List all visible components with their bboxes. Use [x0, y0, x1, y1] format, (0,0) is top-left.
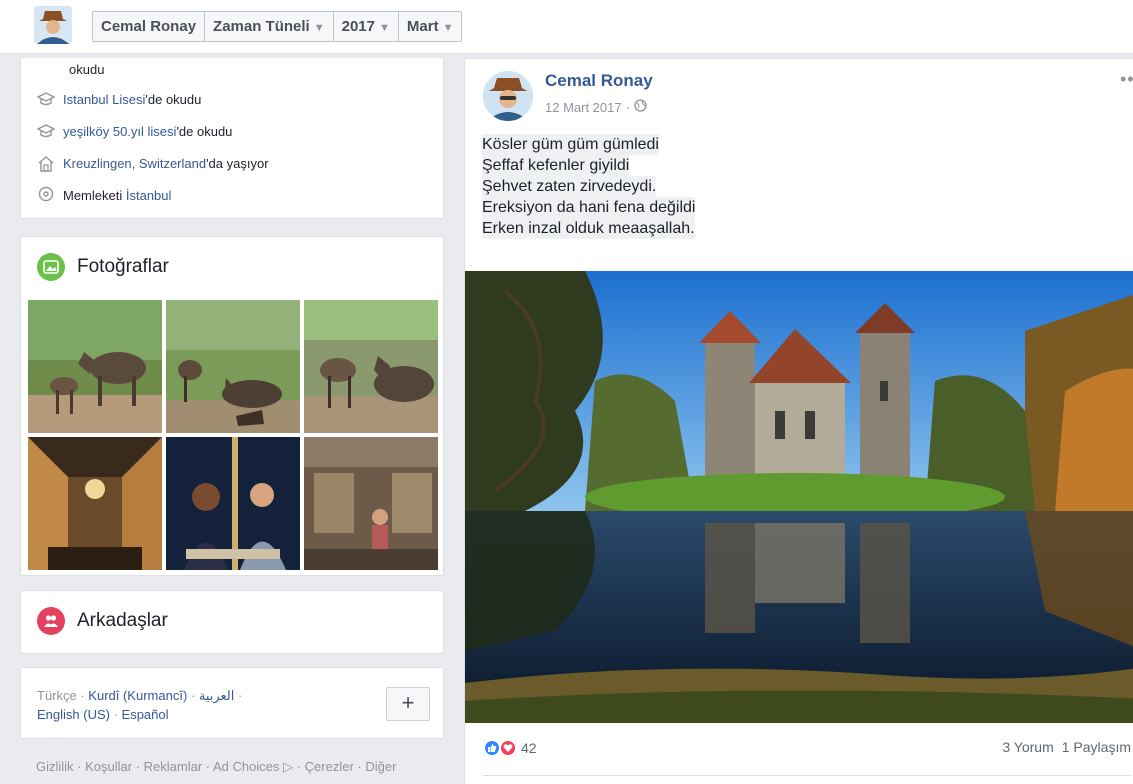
post-date[interactable]: 12 Mart 2017 — [545, 100, 622, 115]
breadcrumb-timeline-dropdown[interactable]: Zaman Tüneli ▼ — [205, 12, 334, 41]
ad-choices-icon: ▷ — [279, 759, 294, 774]
friends-header[interactable]: Arkadaşlar — [37, 607, 168, 635]
love-reaction-icon — [499, 739, 517, 757]
language-list: Türkçe · Kurdî (Kurmancî) · العربية · En… — [37, 688, 243, 722]
language-current: Türkçe — [37, 688, 77, 703]
photo-thumbnail[interactable] — [304, 300, 438, 433]
intro-link-school[interactable]: yeşilköy 50.yıl lisesi — [63, 124, 176, 139]
intro-item-education: Istanbul Lisesi'de okudu — [37, 90, 201, 108]
photo-thumbnail[interactable] — [166, 300, 300, 433]
timeline-navigation-bar: Cemal Ronay Zaman Tüneli ▼ 2017 ▼ Mart ▼ — [0, 0, 1133, 54]
photos-card: Fotoğraflar — [20, 236, 444, 576]
photo-thumbnail[interactable] — [28, 300, 162, 433]
language-option[interactable]: English (US) — [37, 707, 110, 722]
reaction-count: 42 — [521, 740, 537, 756]
photo-icon — [37, 253, 65, 281]
chevron-down-icon: ▼ — [379, 22, 390, 34]
intro-link-city[interactable]: Kreuzlingen, Switzerland — [63, 156, 206, 171]
breadcrumb: Cemal Ronay Zaman Tüneli ▼ 2017 ▼ Mart ▼ — [92, 11, 463, 42]
post-author-name[interactable]: Cemal Ronay — [545, 71, 653, 91]
breadcrumb-profile-name[interactable]: Cemal Ronay — [93, 12, 206, 41]
photo-grid — [28, 300, 442, 570]
friends-card: Arkadaşlar — [20, 590, 444, 654]
intro-link-school[interactable]: Istanbul Lisesi — [63, 92, 145, 107]
intro-item-residence: Kreuzlingen, Switzerland'da yaşıyor — [37, 154, 269, 172]
chevron-down-icon: ▼ — [442, 22, 454, 34]
intro-item-hometown: Memleketi İstanbul — [37, 186, 171, 204]
chevron-down-icon: ▼ — [313, 22, 325, 34]
footer-link-ad-choices[interactable]: Ad Choices — [213, 759, 279, 774]
profile-avatar[interactable] — [34, 6, 72, 44]
post-divider — [483, 775, 1131, 776]
language-option[interactable]: Kurdî (Kurmancî) — [88, 688, 187, 703]
breadcrumb-month-dropdown[interactable]: Mart ▼ — [399, 12, 462, 41]
school-icon — [37, 90, 55, 108]
globe-icon[interactable] — [634, 99, 647, 115]
post-meta: 12 Mart 2017 · — [545, 99, 647, 115]
photos-header[interactable]: Fotoğraflar — [37, 253, 169, 281]
intro-card: okudu Istanbul Lisesi'de okudu yeşilköy … — [20, 58, 444, 219]
post-options-icon[interactable]: ••• — [1120, 69, 1133, 90]
footer-link-terms[interactable]: Koşullar — [85, 759, 132, 774]
breadcrumb-year-dropdown[interactable]: 2017 ▼ — [334, 12, 399, 41]
friends-icon — [37, 607, 65, 635]
language-option[interactable]: العربية — [199, 688, 235, 703]
post-text-line: Şehvet zaten zirvedeydi. — [482, 176, 657, 197]
post-text: Kösler güm güm gümledi Şeffaf kefenler g… — [482, 134, 696, 239]
footer-link-ads[interactable]: Reklamlar — [144, 759, 203, 774]
comments-count-link[interactable]: 3 Yorum — [1002, 739, 1053, 755]
photo-thumbnail[interactable] — [28, 437, 162, 570]
photo-thumbnail[interactable] — [166, 437, 300, 570]
post-text-line: Erken inzal olduk meaaşallah. — [482, 218, 695, 239]
post-text-line: Ereksiyon da hani fena değildi — [482, 197, 696, 218]
post-photo[interactable] — [465, 271, 1133, 723]
post-text-line: Şeffaf kefenler giyildi — [482, 155, 630, 176]
intro-item-education: yeşilköy 50.yıl lisesi'de okudu — [37, 122, 232, 140]
footer-link-more[interactable]: Diğer — [365, 759, 396, 774]
shares-count-link[interactable]: 1 Paylaşım — [1062, 739, 1131, 755]
language-option[interactable]: Español — [122, 707, 169, 722]
intro-partial-line: okudu — [69, 62, 105, 77]
reactions-summary[interactable]: 42 — [483, 739, 537, 757]
intro-link-hometown[interactable]: İstanbul — [126, 188, 172, 203]
home-icon — [37, 154, 55, 172]
add-language-button[interactable]: + — [386, 687, 430, 721]
language-card: Türkçe · Kurdî (Kurmancî) · العربية · En… — [20, 667, 444, 739]
footer-links: Gizlilik · Koşullar · Reklamlar · Ad Cho… — [36, 759, 397, 774]
photos-title: Fotoğraflar — [77, 256, 169, 277]
post-stats: 3 Yorum 1 Paylaşım — [1002, 739, 1131, 755]
school-icon — [37, 122, 55, 140]
timeline-post: Cemal Ronay 12 Mart 2017 · ••• Kösler gü… — [464, 58, 1133, 784]
location-pin-icon — [37, 186, 55, 204]
friends-title: Arkadaşlar — [77, 610, 168, 631]
footer-link-privacy[interactable]: Gizlilik — [36, 759, 74, 774]
footer-link-cookies[interactable]: Çerezler — [305, 759, 354, 774]
photo-thumbnail[interactable] — [304, 437, 438, 570]
post-text-line: Kösler güm güm gümledi — [482, 134, 659, 155]
post-author-avatar[interactable] — [483, 71, 533, 121]
